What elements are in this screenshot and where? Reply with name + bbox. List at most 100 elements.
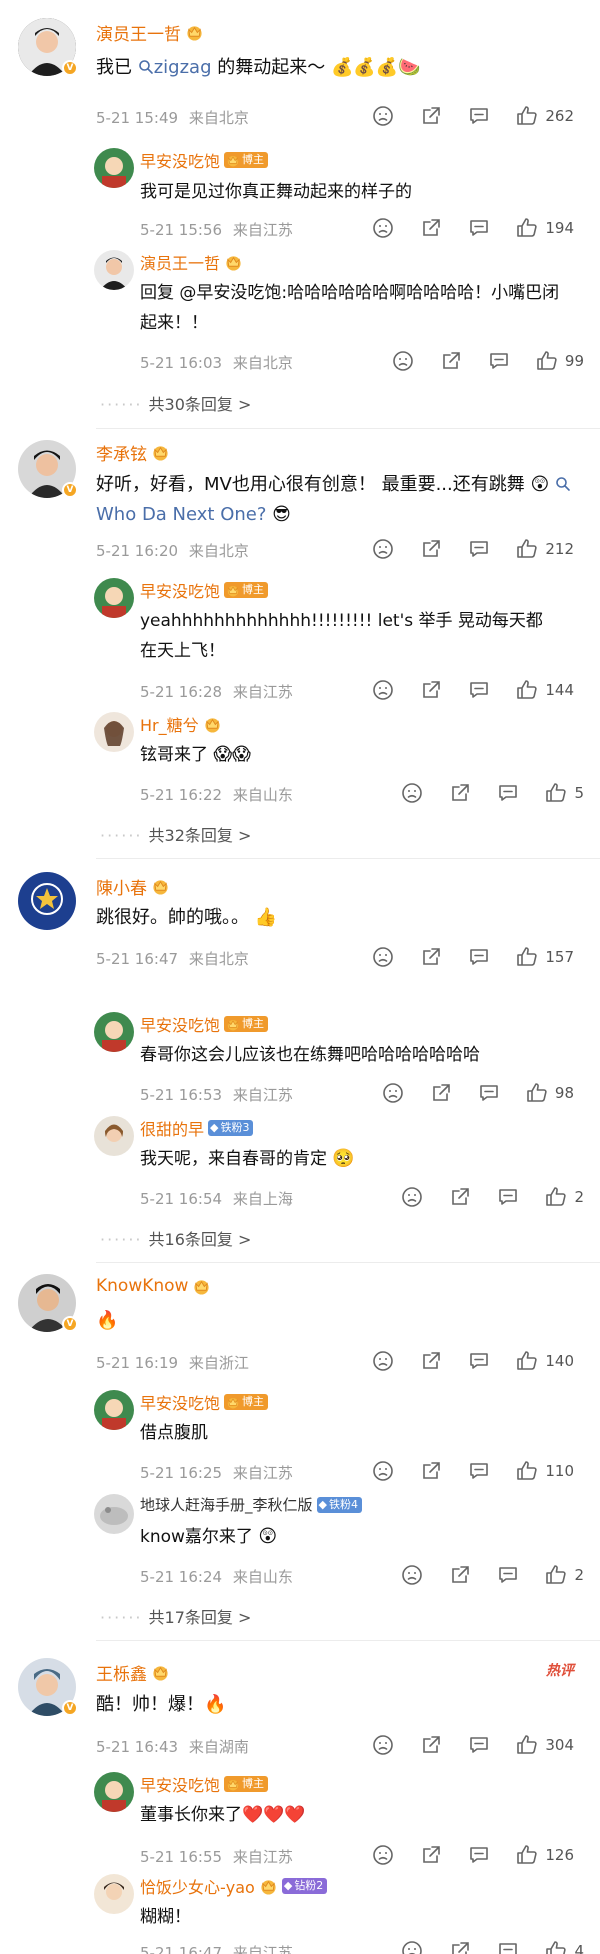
share-icon[interactable] xyxy=(429,1081,453,1105)
comment-icon[interactable] xyxy=(477,1081,501,1105)
view-more-replies[interactable]: ······ 共30条回复 > xyxy=(100,391,251,415)
comment-icon[interactable] xyxy=(467,104,491,128)
author-name[interactable]: 早安没吃饱 xyxy=(140,148,220,172)
like-button[interactable]: 304 xyxy=(515,1733,574,1757)
author-name[interactable]: 王栎鑫 xyxy=(96,1660,147,1685)
author-name[interactable]: 恰饭少女心-yao xyxy=(140,1874,255,1898)
share-icon[interactable] xyxy=(419,1349,443,1373)
author-name[interactable]: 早安没吃饱 xyxy=(140,578,220,602)
share-icon[interactable] xyxy=(419,104,443,128)
avatar[interactable] xyxy=(94,1494,134,1534)
share-icon[interactable] xyxy=(439,349,463,373)
reply-author[interactable]: 早安没吃饱 博主 xyxy=(140,1772,269,1796)
like-button[interactable]: 99 xyxy=(535,349,584,373)
thumb-down-icon[interactable] xyxy=(391,349,415,373)
share-icon[interactable] xyxy=(448,1563,472,1587)
author-name[interactable]: 很甜的早 xyxy=(140,1116,204,1140)
thumb-down-icon[interactable] xyxy=(371,537,395,561)
topic-link[interactable]: zigzag xyxy=(138,57,212,78)
reply-author[interactable]: 早安没吃饱 博主 xyxy=(140,1390,269,1414)
reply-author[interactable]: 地球人赶海手册_李秋仁版 ◆ 铁粉4 xyxy=(140,1494,362,1515)
like-button[interactable]: 212 xyxy=(515,537,574,561)
like-button[interactable]: 157 xyxy=(515,945,574,969)
avatar[interactable] xyxy=(94,578,134,618)
like-button[interactable]: 98 xyxy=(525,1081,574,1105)
like-button[interactable]: 5 xyxy=(544,781,584,805)
like-button[interactable]: 194 xyxy=(515,216,574,240)
comment-icon[interactable] xyxy=(496,781,520,805)
comment-icon[interactable] xyxy=(467,1349,491,1373)
comment-icon[interactable] xyxy=(487,349,511,373)
more-replies-label[interactable]: 共16条回复 > xyxy=(149,1230,252,1249)
comment-icon[interactable] xyxy=(496,1563,520,1587)
reply-author[interactable]: 早安没吃饱 博主 xyxy=(140,148,269,172)
comment-icon[interactable] xyxy=(496,1939,520,1954)
avatar[interactable] xyxy=(94,148,134,188)
share-icon[interactable] xyxy=(419,1459,443,1483)
comment-icon[interactable] xyxy=(467,537,491,561)
avatar[interactable] xyxy=(94,1116,134,1156)
comment-icon[interactable] xyxy=(496,1185,520,1209)
avatar[interactable] xyxy=(94,1772,134,1812)
reply-author[interactable]: 很甜的早 ◆ 铁粉3 xyxy=(140,1116,254,1140)
reply-author[interactable]: 早安没吃饱 博主 xyxy=(140,1012,269,1036)
comment-author[interactable]: 陳小春 xyxy=(96,874,170,899)
comment-author[interactable]: 王栎鑫 xyxy=(96,1660,170,1685)
like-button[interactable]: 126 xyxy=(515,1843,574,1867)
comment-author[interactable]: 演员王一哲 xyxy=(96,20,204,45)
reply-author[interactable]: 演员王一哲 xyxy=(140,250,243,274)
share-icon[interactable] xyxy=(419,678,443,702)
view-more-replies[interactable]: ······ 共17条回复 > xyxy=(100,1604,251,1628)
share-icon[interactable] xyxy=(448,1939,472,1954)
share-icon[interactable] xyxy=(419,216,443,240)
view-more-replies[interactable]: ······ 共16条回复 > xyxy=(100,1226,251,1250)
thumb-down-icon[interactable] xyxy=(371,1349,395,1373)
more-replies-label[interactable]: 共30条回复 > xyxy=(149,395,252,414)
avatar[interactable] xyxy=(94,712,134,752)
thumb-down-icon[interactable] xyxy=(400,781,424,805)
author-name[interactable]: Hr_糖兮 xyxy=(140,712,199,736)
author-name[interactable]: 地球人赶海手册_李秋仁版 xyxy=(140,1494,313,1515)
view-more-replies[interactable]: ······ 共32条回复 > xyxy=(100,822,251,846)
topic-link-label[interactable]: Who Da Next One? xyxy=(96,504,266,525)
share-icon[interactable] xyxy=(419,1843,443,1867)
thumb-down-icon[interactable] xyxy=(400,1185,424,1209)
avatar[interactable] xyxy=(94,250,134,290)
share-icon[interactable] xyxy=(419,537,443,561)
more-replies-label[interactable]: 共32条回复 > xyxy=(149,826,252,845)
thumb-down-icon[interactable] xyxy=(381,1081,405,1105)
thumb-down-icon[interactable] xyxy=(371,216,395,240)
reply-author[interactable]: 恰饭少女心-yao ◆ 钻粉2 xyxy=(140,1874,328,1898)
like-button[interactable]: 144 xyxy=(515,678,574,702)
author-name[interactable]: 演员王一哲 xyxy=(96,20,181,45)
thumb-down-icon[interactable] xyxy=(400,1939,424,1954)
share-icon[interactable] xyxy=(448,1185,472,1209)
thumb-down-icon[interactable] xyxy=(400,1563,424,1587)
comment-icon[interactable] xyxy=(467,216,491,240)
author-name[interactable]: 早安没吃饱 xyxy=(140,1390,220,1414)
author-name[interactable]: 早安没吃饱 xyxy=(140,1012,220,1036)
author-name[interactable]: 演员王一哲 xyxy=(140,250,220,274)
comment-icon[interactable] xyxy=(467,1733,491,1757)
more-replies-label[interactable]: 共17条回复 > xyxy=(149,1608,252,1627)
reply-author[interactable]: 早安没吃饱 博主 xyxy=(140,578,269,602)
thumb-down-icon[interactable] xyxy=(371,104,395,128)
topic-link-label[interactable]: zigzag xyxy=(154,57,212,78)
comment-author[interactable]: KnowKnow xyxy=(96,1276,211,1296)
thumb-down-icon[interactable] xyxy=(371,678,395,702)
comment-author[interactable]: 李承铉 xyxy=(96,440,170,465)
author-name[interactable]: 早安没吃饱 xyxy=(140,1772,220,1796)
avatar[interactable] xyxy=(94,1390,134,1430)
author-name[interactable]: KnowKnow xyxy=(96,1276,188,1296)
reply-author[interactable]: Hr_糖兮 xyxy=(140,712,222,736)
avatar[interactable] xyxy=(94,1874,134,1914)
share-icon[interactable] xyxy=(419,1733,443,1757)
share-icon[interactable] xyxy=(419,945,443,969)
like-button[interactable]: 2 xyxy=(544,1563,584,1587)
comment-icon[interactable] xyxy=(467,1843,491,1867)
author-name[interactable]: 陳小春 xyxy=(96,874,147,899)
comment-icon[interactable] xyxy=(467,945,491,969)
thumb-down-icon[interactable] xyxy=(371,945,395,969)
avatar[interactable] xyxy=(94,1012,134,1052)
share-icon[interactable] xyxy=(448,781,472,805)
